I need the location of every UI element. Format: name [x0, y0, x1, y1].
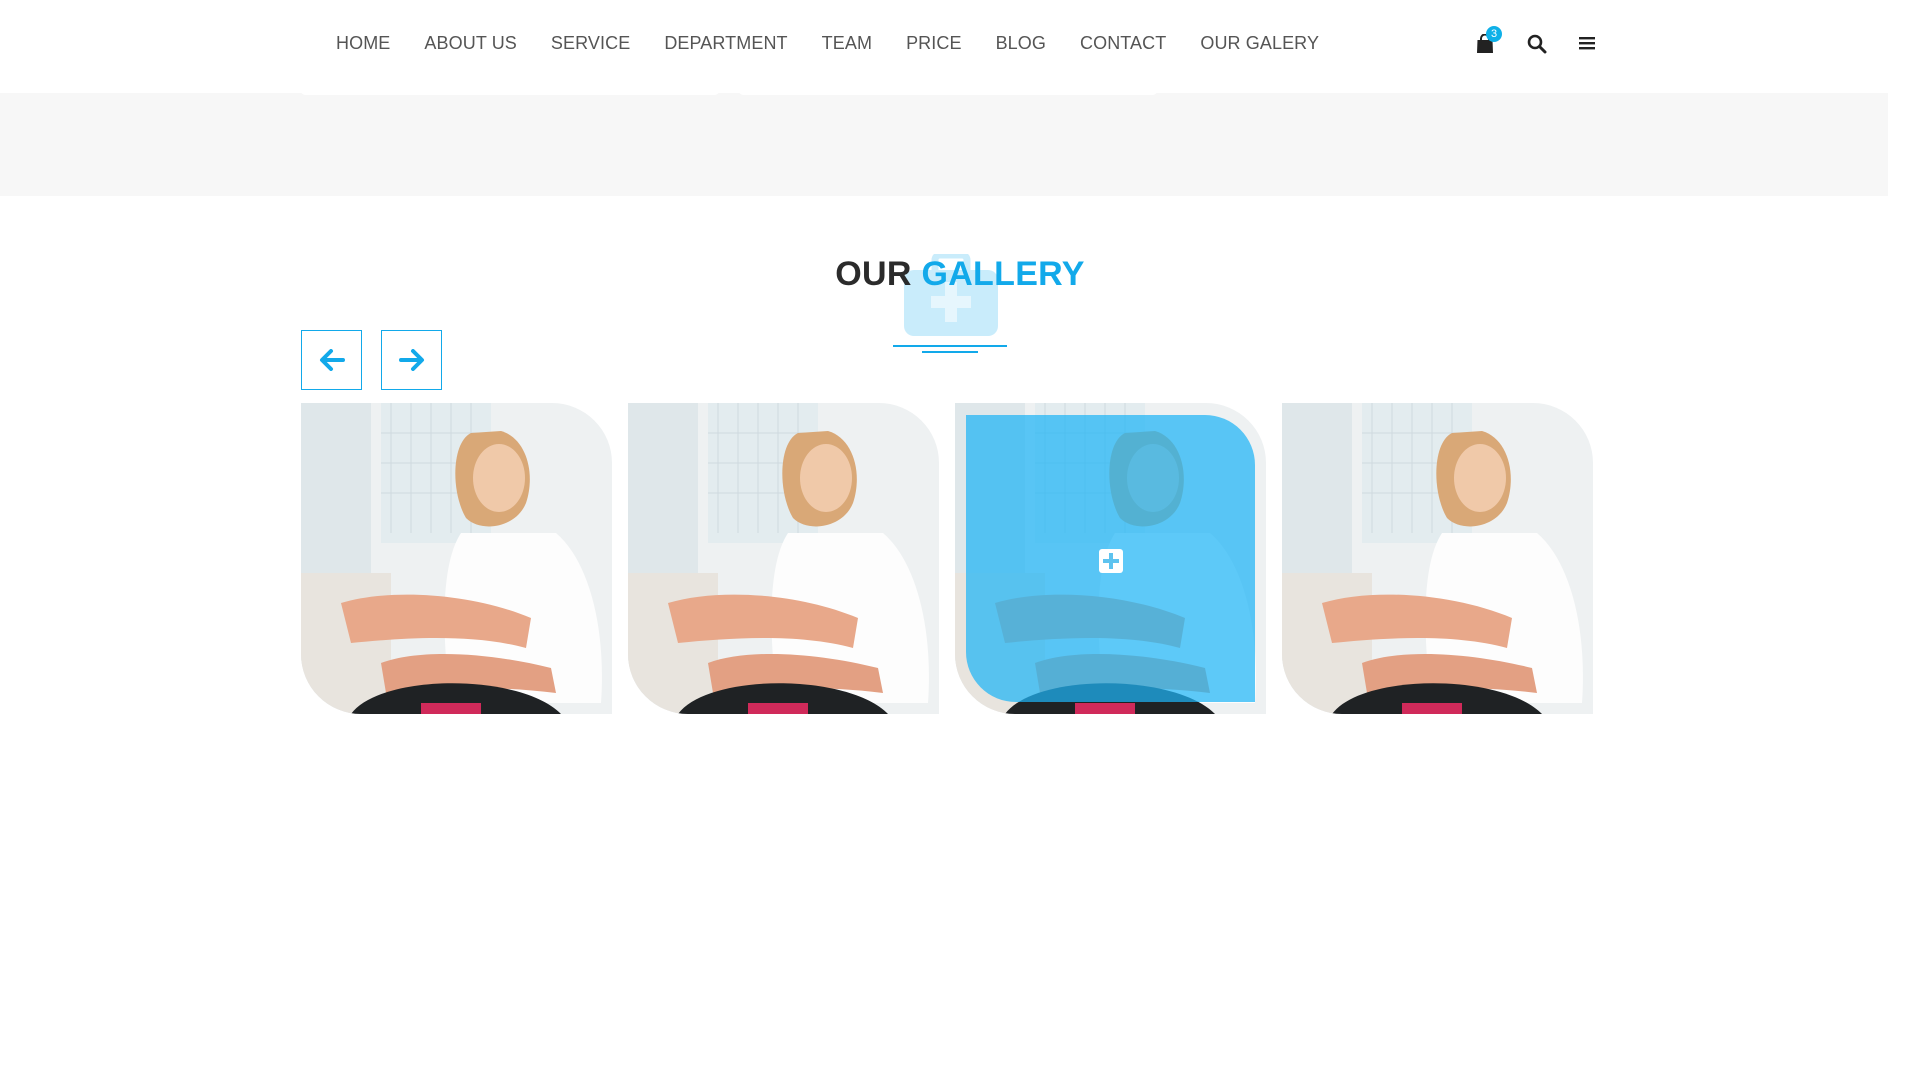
- nav-item-home[interactable]: HOME: [336, 33, 390, 54]
- nav-item-service[interactable]: SERVICE: [551, 33, 630, 54]
- gallery-prev-button[interactable]: [301, 330, 362, 390]
- nav-item-department[interactable]: DEPARTMENT: [664, 33, 787, 54]
- search-button[interactable]: [1527, 34, 1549, 56]
- physiotherapy-photo: [301, 403, 612, 714]
- section-title-wrap: OUR GALLERY: [0, 252, 1920, 296]
- menu-button[interactable]: [1578, 34, 1600, 56]
- site-header: HOME ABOUT US SERVICE DEPARTMENT TEAM PR…: [0, 0, 1888, 93]
- title-underline: [893, 345, 1007, 347]
- nav-item-blog[interactable]: BLOG: [996, 33, 1046, 54]
- nav-item-price[interactable]: PRICE: [906, 33, 962, 54]
- title-underline-short: [922, 351, 978, 353]
- banner-tab: [300, 87, 720, 95]
- nav-item-contact[interactable]: CONTACT: [1080, 33, 1166, 54]
- gallery-item[interactable]: [628, 403, 939, 714]
- nav-item-team[interactable]: TEAM: [822, 33, 872, 54]
- nav-item-our-galery[interactable]: OUR GALERY: [1200, 33, 1319, 54]
- gallery-next-button[interactable]: [381, 330, 442, 390]
- section-title: OUR GALLERY: [0, 252, 1920, 296]
- main-nav: HOME ABOUT US SERVICE DEPARTMENT TEAM PR…: [336, 33, 1319, 54]
- hamburger-menu-icon: [1579, 37, 1595, 50]
- nav-item-about-us[interactable]: ABOUT US: [424, 33, 517, 54]
- gallery-item-hovered[interactable]: [955, 403, 1266, 714]
- page-banner-strip: [0, 93, 1888, 196]
- cart-count-badge: 3: [1486, 26, 1502, 42]
- search-icon: [1527, 34, 1547, 54]
- cart-button[interactable]: 3: [1476, 26, 1502, 58]
- plus-square-icon[interactable]: [1098, 548, 1124, 574]
- arrow-right-icon: [398, 349, 424, 371]
- header-actions: 3: [1476, 26, 1606, 64]
- section-title-part1: OUR: [835, 255, 922, 293]
- section-title-accent: GALLERY: [921, 255, 1085, 293]
- gallery-item[interactable]: [301, 403, 612, 714]
- physiotherapy-photo: [1282, 403, 1593, 714]
- gallery-item[interactable]: [1282, 403, 1593, 714]
- physiotherapy-photo: [628, 403, 939, 714]
- arrow-left-icon: [319, 349, 345, 371]
- banner-tab: [738, 87, 1158, 95]
